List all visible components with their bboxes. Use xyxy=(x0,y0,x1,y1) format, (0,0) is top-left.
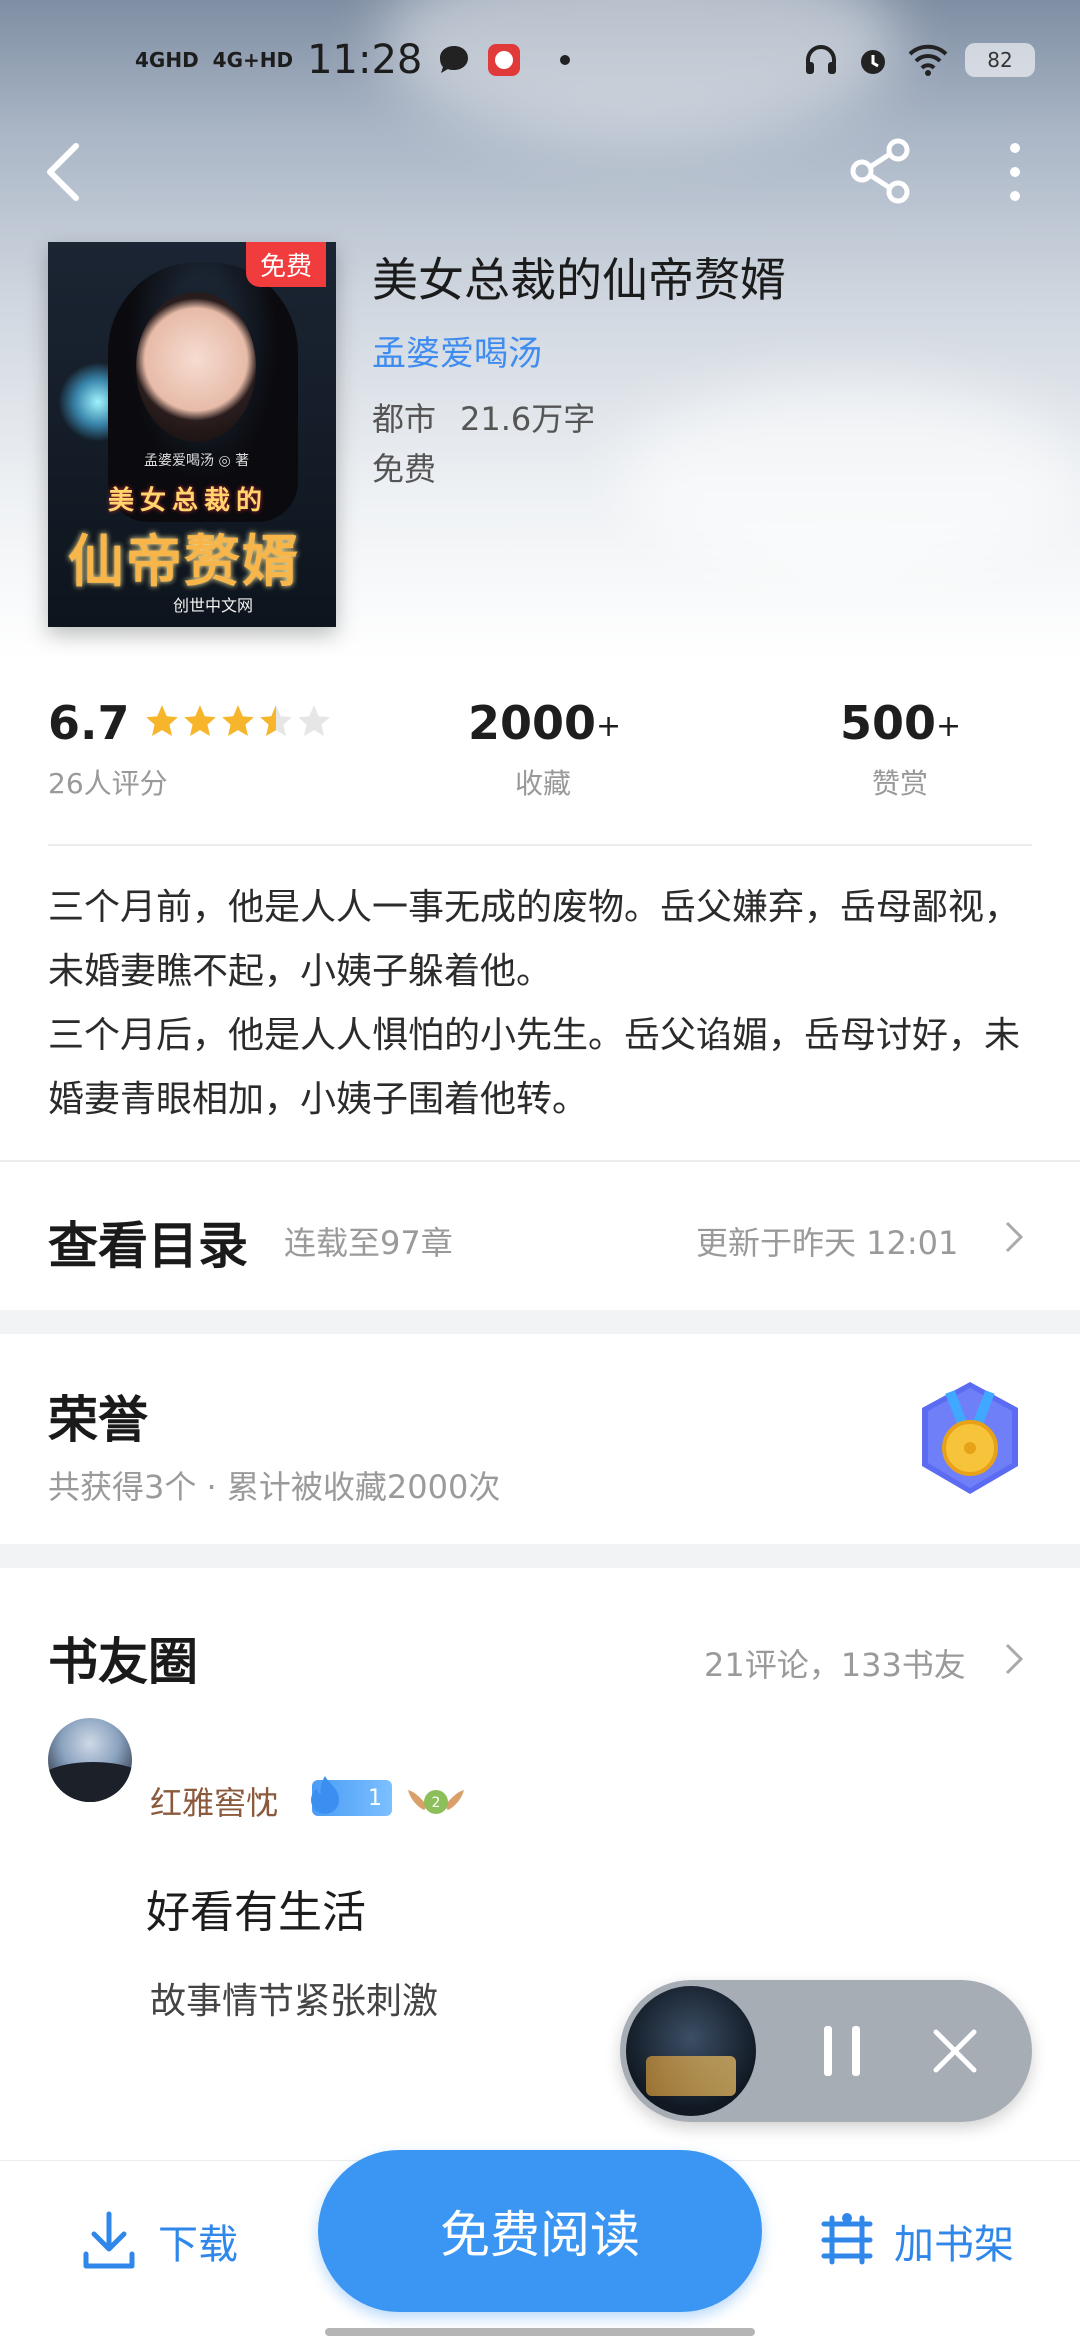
free-read-label: 免费阅读 xyxy=(440,2206,640,2264)
download-button[interactable]: 下载 xyxy=(80,2210,238,2272)
honor-title: 荣誉 xyxy=(48,1390,148,1449)
message-icon xyxy=(440,46,469,73)
download-icon xyxy=(83,2211,135,2269)
book-cover[interactable]: 免费 孟婆爱喝汤 ◎ 著 美女总裁的 仙帝赘婿 创世中文网 xyxy=(48,242,336,627)
close-icon[interactable] xyxy=(930,2026,980,2076)
description-line-1: 三个月前，他是人人一事无成的废物。岳父嫌弃，岳母鄙视，未婚妻瞧不起，小姨子躲着他… xyxy=(48,887,1021,992)
level-number: 1 xyxy=(368,1785,382,1811)
star-full-icon xyxy=(183,705,216,737)
app-notification-icon xyxy=(488,44,521,76)
notification-dot xyxy=(560,55,571,65)
bookshelf-add-icon xyxy=(821,2213,873,2265)
chevron-right-icon xyxy=(1005,1643,1024,1675)
home-indicator[interactable] xyxy=(325,2328,755,2336)
rewards-label: 赞赏 xyxy=(871,767,928,800)
network-indicator-2: 4G+HD xyxy=(212,48,294,72)
star-empty-icon xyxy=(297,705,330,737)
avatar[interactable] xyxy=(48,1718,132,1802)
favorites-label: 收藏 xyxy=(514,767,571,800)
cover-title-small: 美女总裁的 xyxy=(108,486,269,516)
cover-author: 孟婆爱喝汤 ◎ 著 xyxy=(144,453,250,469)
battery-indicator: 82 xyxy=(965,43,1035,77)
book-title: 美女总裁的仙帝赘婿 xyxy=(372,253,786,307)
free-tag-badge: 免费 xyxy=(245,242,326,287)
divider xyxy=(0,1160,1080,1162)
favorites-suffix: + xyxy=(596,709,622,744)
comment-title: 好看有生活 xyxy=(146,1887,366,1938)
book-word-count: 21.6万字 xyxy=(460,400,596,438)
headphones-icon xyxy=(806,45,836,74)
rating-count: 26人评分 xyxy=(48,767,168,800)
flame-icon xyxy=(311,1776,339,1814)
rating-block[interactable]: 6.7 26人评分 xyxy=(48,696,333,802)
pause-icon[interactable] xyxy=(820,2024,864,2078)
book-circle-summary: 21评论，133书友 xyxy=(704,1646,966,1684)
book-description[interactable]: 三个月前，他是人人一事无成的废物。岳父嫌弃，岳母鄙视，未婚妻瞧不起，小姨子躲着他… xyxy=(48,876,1038,1132)
add-shelf-label: 加书架 xyxy=(894,2222,1014,2268)
wifi-icon xyxy=(908,44,948,76)
medal-icon xyxy=(922,1382,1018,1494)
player-cover-thumbnail[interactable] xyxy=(626,1986,756,2116)
alarm-icon xyxy=(861,50,885,74)
book-category: 都市 xyxy=(372,400,437,438)
status-bar: 4GHD 4G+HD 11:28 82 xyxy=(0,30,1080,90)
rating-stars xyxy=(143,702,333,744)
book-meta: 都市 21.6万字 xyxy=(372,394,595,440)
favorites-stat: 2000+ 收藏 xyxy=(468,696,622,802)
comment-username[interactable]: 红雅窖忱 xyxy=(150,1778,278,1824)
cover-publisher: 创世中文网 xyxy=(173,596,254,615)
book-price: 免费 xyxy=(372,450,437,488)
rewards-suffix: + xyxy=(936,709,962,744)
rewards-stat[interactable]: 500+ 赞赏 xyxy=(840,696,962,802)
book-author-link[interactable]: 孟婆爱喝汤 xyxy=(372,326,542,375)
divider xyxy=(48,844,1032,846)
book-circle-title: 书友圈 xyxy=(48,1632,198,1691)
more-vertical-icon[interactable] xyxy=(1000,140,1030,204)
free-read-button[interactable]: 免费阅读 xyxy=(318,2150,762,2312)
section-gap xyxy=(0,1544,1080,1568)
catalog-status: 连载至97章 xyxy=(284,1224,453,1262)
cover-face xyxy=(136,292,256,442)
add-to-shelf-button[interactable]: 加书架 xyxy=(818,2210,1014,2272)
share-icon[interactable] xyxy=(848,138,914,204)
download-label: 下载 xyxy=(158,2222,238,2268)
star-full-icon xyxy=(221,705,254,737)
catalog-title: 查看目录 xyxy=(48,1216,248,1275)
star-full-icon xyxy=(145,705,178,737)
status-time: 11:28 xyxy=(307,37,423,83)
network-indicator-1: 4GHD xyxy=(135,48,199,72)
catalog-updated: 更新于昨天 12:01 xyxy=(696,1224,959,1262)
rewards-count: 500 xyxy=(840,696,937,750)
star-half-icon xyxy=(259,705,292,737)
honor-summary: 共获得3个 · 累计被收藏2000次 xyxy=(48,1468,501,1506)
svg-text:2: 2 xyxy=(432,1795,441,1811)
cover-title-big: 仙帝赘婿 xyxy=(68,529,300,595)
level-badge: 1 xyxy=(311,1776,392,1816)
wing-rank-badge-icon: 2 xyxy=(408,1790,464,1814)
favorites-count: 2000 xyxy=(468,696,597,750)
chevron-right-icon xyxy=(1005,1221,1024,1253)
back-arrow-icon[interactable] xyxy=(40,140,84,204)
section-gap xyxy=(0,1310,1080,1334)
description-line-2: 三个月后，他是人人惧怕的小先生。岳父谄媚，岳母讨好，未婚妻青眼相加，小姨子围着他… xyxy=(48,1015,1021,1120)
comment-body: 故事情节紧张刺激 xyxy=(150,1981,439,2022)
rating-score: 6.7 xyxy=(48,696,130,750)
floating-audio-player[interactable] xyxy=(620,1980,1032,2122)
